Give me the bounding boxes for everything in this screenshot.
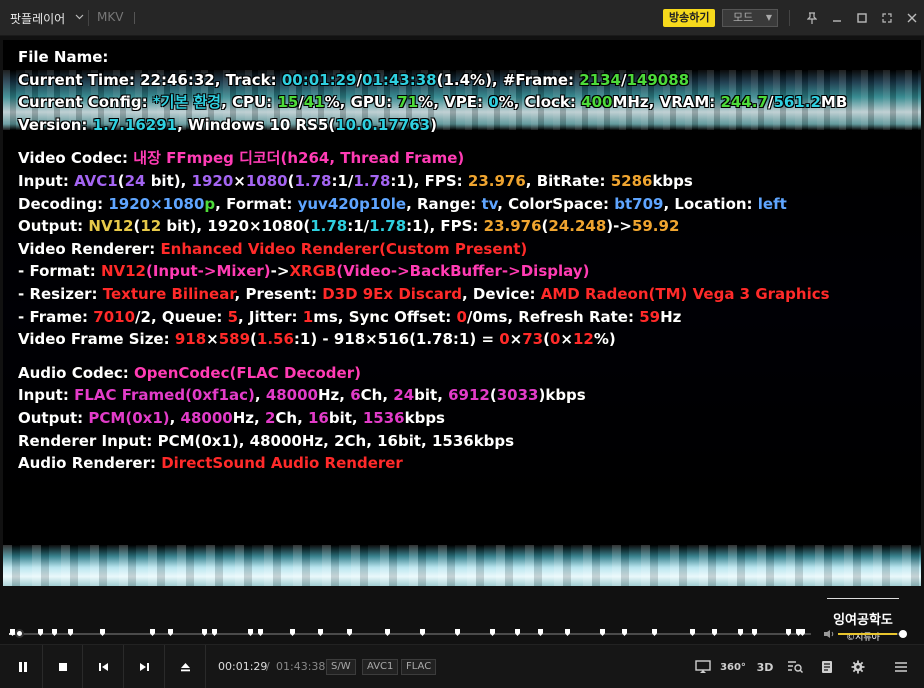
osd-video-output: Output: NV12(12 bit), 1920×1080(1.78:1/1… bbox=[18, 217, 680, 236]
window-controls-divider bbox=[789, 10, 790, 26]
window-controls bbox=[799, 0, 924, 36]
maximize-button[interactable] bbox=[849, 0, 874, 36]
osd-audio-codec: Audio Codec: OpenCodec(FLAC Decoder) bbox=[18, 363, 361, 382]
settings-button[interactable] bbox=[848, 657, 868, 677]
cast-icon bbox=[695, 660, 711, 673]
osd-vr-frame: - Frame: 7010/2, Queue: 5, Jitter: 1ms, … bbox=[18, 307, 682, 326]
volume-level bbox=[838, 633, 897, 635]
open-file-button[interactable] bbox=[166, 645, 206, 688]
close-icon bbox=[907, 13, 916, 23]
eject-icon bbox=[181, 662, 190, 671]
osd-audio-input: Input: FLAC Framed(0xf1ac), 48000Hz, 6Ch… bbox=[18, 386, 586, 405]
osd-vr-resizer: - Resizer: Texture Bilinear, Present: D3… bbox=[18, 284, 830, 303]
stop-icon bbox=[58, 662, 67, 671]
broadcast-button[interactable]: 방송하기 bbox=[663, 9, 716, 27]
osd-frame-size: Video Frame Size: 918×589(1.56:1) - 918×… bbox=[18, 330, 616, 349]
seek-handle[interactable] bbox=[15, 629, 25, 638]
volume-icon[interactable] bbox=[823, 629, 835, 642]
fullscreen-button[interactable] bbox=[874, 0, 899, 36]
next-button[interactable] bbox=[125, 645, 165, 688]
app-menu-label: 팟플레이어 bbox=[10, 11, 66, 26]
vr360-label: 360° bbox=[720, 661, 746, 673]
osd-version: Version: 1.7.16291, Windows 10 RS5(10.0.… bbox=[18, 115, 437, 134]
osd-current-time: Current Time: 22:46:32, Track: 00:01:29/… bbox=[18, 70, 690, 89]
hamburger-icon bbox=[895, 662, 907, 672]
osd-current-config: Current Config: *기본 환경, CPU: 15/41%, GPU… bbox=[18, 93, 848, 112]
stop-button[interactable] bbox=[43, 645, 83, 688]
volume-slider[interactable] bbox=[838, 633, 902, 635]
minimize-button[interactable] bbox=[824, 0, 849, 36]
gear-icon bbox=[851, 660, 865, 674]
total-time[interactable]: 01:43:38 bbox=[276, 660, 325, 673]
title-divider bbox=[88, 10, 89, 26]
3d-button[interactable]: 3D bbox=[755, 657, 775, 677]
skip-back-icon bbox=[99, 662, 108, 671]
pause-button[interactable] bbox=[3, 645, 43, 688]
skip-forward-icon bbox=[140, 662, 149, 671]
osd-audio-output: Output: PCM(0x1), 48000Hz, 2Ch, 16bit, 1… bbox=[18, 408, 445, 427]
pin-icon bbox=[806, 12, 817, 24]
osd-audio-renderer: Audio Renderer: DirectSound Audio Render… bbox=[18, 454, 403, 473]
pin-button[interactable] bbox=[799, 0, 824, 36]
osd-renderer-input: Renderer Input: PCM(0x1), 48000Hz, 2Ch, … bbox=[18, 431, 515, 450]
current-time[interactable]: 00:01:29 bbox=[218, 660, 267, 673]
screen-search-button[interactable] bbox=[785, 657, 805, 677]
minimize-icon bbox=[832, 20, 841, 22]
osd-vr-format: - Format: NV12(Input->Mixer)->XRGB(Video… bbox=[18, 262, 590, 281]
osd-decoding: Decoding: 1920×1080p, Format: yuv420p10l… bbox=[18, 194, 787, 213]
control-bar: 00:01:29 / 01:43:38 S/W AVC1 FLAC 360° 3… bbox=[0, 644, 924, 688]
osd-video-renderer: Video Renderer: Enhanced Video Renderer(… bbox=[18, 239, 528, 258]
fullscreen-icon bbox=[881, 13, 892, 23]
volume-handle[interactable] bbox=[899, 630, 907, 638]
time-separator: / bbox=[266, 660, 270, 673]
mode-label: 모드 bbox=[733, 11, 754, 24]
chevron-down-icon bbox=[75, 13, 84, 23]
mode-select[interactable]: 모드 ▼ bbox=[722, 9, 778, 27]
menu-button[interactable] bbox=[891, 657, 911, 677]
close-button[interactable] bbox=[899, 0, 924, 36]
osd-file-name: File Name: bbox=[18, 48, 109, 66]
video-area[interactable]: File Name: Current Time: 22:46:32, Track… bbox=[3, 40, 921, 586]
previous-button[interactable] bbox=[84, 645, 124, 688]
playback-info-osd: File Name: Current Time: 22:46:32, Track… bbox=[18, 46, 918, 475]
audio-codec-badge[interactable]: FLAC bbox=[401, 659, 437, 675]
cast-button[interactable] bbox=[693, 657, 713, 677]
osd-video-codec: Video Codec: 내장 FFmpeg 디코더(h264, Thread … bbox=[18, 149, 465, 168]
seek-bar[interactable] bbox=[0, 624, 924, 644]
title-bar: 팟플레이어 MKV 방송하기 모드 ▼ bbox=[0, 0, 924, 36]
document-icon bbox=[822, 661, 832, 673]
app-menu-button[interactable]: 팟플레이어 bbox=[10, 9, 84, 27]
zoom-list-icon bbox=[788, 661, 803, 673]
video-codec-badge[interactable]: AVC1 bbox=[362, 659, 399, 675]
maximize-icon bbox=[856, 13, 867, 23]
title-divider-2 bbox=[134, 12, 135, 24]
file-type-label: MKV bbox=[97, 10, 124, 24]
vr360-button[interactable]: 360° bbox=[720, 657, 746, 677]
osd-video-input: Input: AVC1(24 bit), 1920×1080(1.78:1/1.… bbox=[18, 171, 693, 190]
3d-label: 3D bbox=[756, 660, 774, 674]
playlist-button[interactable] bbox=[817, 657, 837, 677]
decoder-badge[interactable]: S/W bbox=[326, 659, 356, 675]
dropdown-arrow-icon: ▼ bbox=[765, 13, 772, 22]
pause-icon bbox=[18, 661, 27, 672]
